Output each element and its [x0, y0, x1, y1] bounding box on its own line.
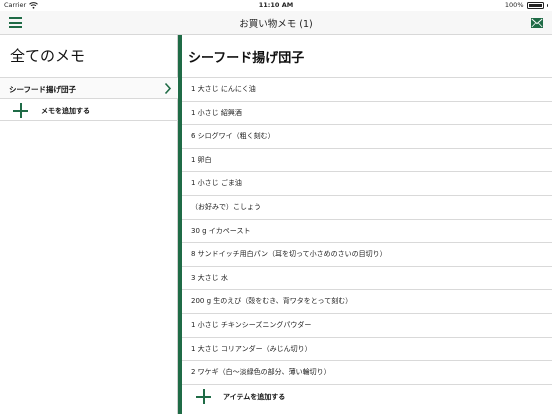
list-item[interactable]: 30 g イカペースト [182, 220, 552, 244]
sidebar-item-label: シーフード揚げ団子 [9, 85, 77, 94]
list-item[interactable]: 1 卵白 [182, 149, 552, 173]
battery-percent: 100% [504, 1, 524, 9]
plus-icon [196, 389, 211, 404]
list-item[interactable]: （お好みで）こしょう [182, 196, 552, 220]
navigation-bar: お買い物メモ (1) [0, 11, 552, 35]
list-item[interactable]: 1 小さじ チキンシーズニングパウダー [182, 314, 552, 338]
navbar-title: お買い物メモ (1) [239, 19, 313, 30]
add-item-button[interactable]: アイテムを追加する [182, 385, 552, 409]
chevron-right-icon [164, 82, 172, 95]
battery-icon [526, 1, 544, 9]
add-memo-label: メモを追加する [41, 107, 90, 115]
list-item[interactable]: 1 大さじ にんにく油 [182, 78, 552, 102]
list-item[interactable]: 3 大さじ 水 [182, 267, 552, 291]
memo-title: シーフード揚げ団子 [188, 51, 305, 66]
list-item[interactable]: 200 g 生のえび（殻をむき、背ワタをとって刻む） [182, 290, 552, 314]
list-item[interactable]: 1 大さじ コリアンダー（みじん切り） [182, 338, 552, 362]
memo-sidebar: 全てのメモ シーフード揚げ団子 メモを追加する [0, 35, 178, 414]
list-item[interactable]: 8 サンドイッチ用白パン（耳を切って小さめのさいの目切り） [182, 243, 552, 267]
add-item-label: アイテムを追加する [223, 393, 286, 401]
list-item[interactable]: 2 ワケギ（白〜淡緑色の部分、薄い輪切り） [182, 361, 552, 385]
mail-icon[interactable] [531, 18, 543, 28]
sidebar-title: 全てのメモ [10, 47, 86, 65]
list-item[interactable]: 1 小さじ ごま油 [182, 172, 552, 196]
status-bar: Carrier 11:10 AM 100% [0, 0, 552, 11]
list-item[interactable]: 1 小さじ 紹興酒 [182, 102, 552, 126]
status-time: 11:10 AM [258, 1, 294, 9]
add-memo-button[interactable]: メモを追加する [0, 99, 178, 121]
hamburger-menu-icon[interactable] [9, 17, 22, 28]
memo-detail: シーフード揚げ団子 1 大さじ にんにく油 1 小さじ 紹興酒 6 シログワイ（… [182, 35, 552, 414]
ingredient-list: 1 大さじ にんにく油 1 小さじ 紹興酒 6 シログワイ（粗く刻む） 1 卵白… [182, 77, 552, 385]
list-item[interactable]: 6 シログワイ（粗く刻む） [182, 125, 552, 149]
plus-icon [13, 103, 28, 118]
battery-indicator: 100% [505, 1, 548, 9]
sidebar-item-memo[interactable]: シーフード揚げ団子 [0, 77, 178, 99]
